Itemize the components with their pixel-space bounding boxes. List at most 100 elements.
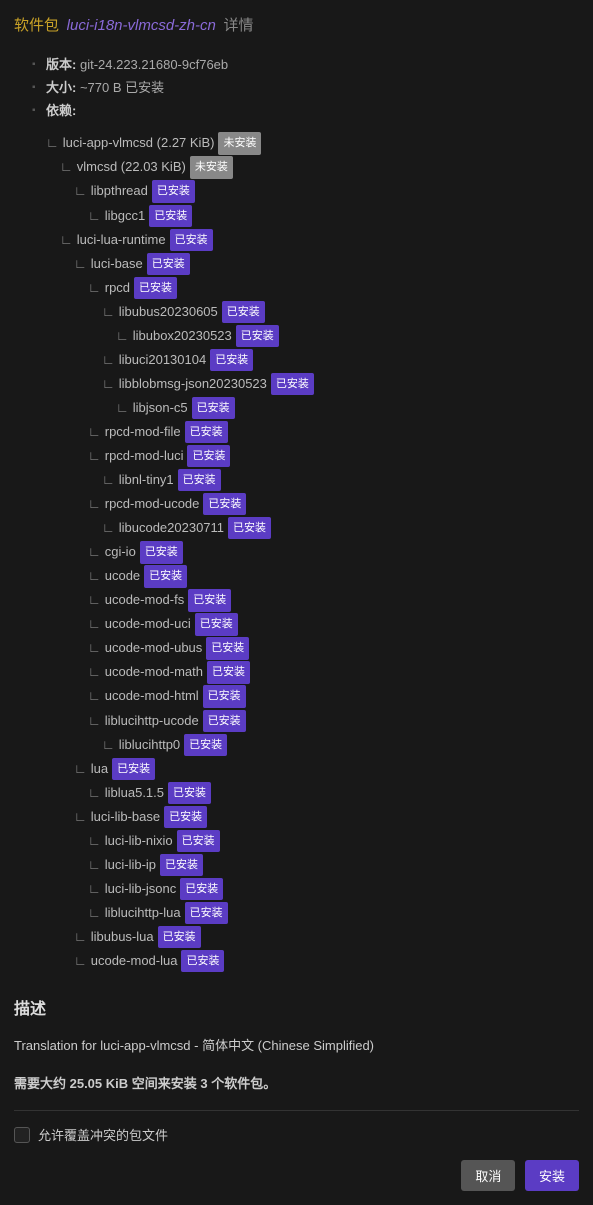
meta-version: 版本: git-24.223.21680-9cf76eb xyxy=(32,55,579,76)
tree-angle-icon: ∟ xyxy=(88,424,101,439)
tree-angle-icon: ∟ xyxy=(88,881,101,896)
dependency-item: ∟libjson-c5已安装 xyxy=(46,396,579,420)
tree-angle-icon: ∟ xyxy=(102,520,115,535)
tree-angle-icon: ∟ xyxy=(102,352,115,367)
installed-badge: 已安装 xyxy=(184,734,227,756)
header-label: 软件包 xyxy=(14,17,59,34)
installed-badge: 已安装 xyxy=(236,325,279,347)
installed-badge: 已安装 xyxy=(222,301,265,323)
dependency-item: ∟ rpcd-mod-luci已安装 xyxy=(46,444,579,468)
dependency-item: ∟ cgi-io 已安装 xyxy=(46,540,579,564)
overwrite-label: 允许覆盖冲突的包文件 xyxy=(38,1125,168,1144)
tree-angle-icon: ∟ xyxy=(88,905,101,920)
tree-angle-icon: ∟ xyxy=(74,809,87,824)
tree-angle-icon: ∟ xyxy=(88,448,101,463)
install-button[interactable]: 安装 xyxy=(525,1160,579,1191)
installed-badge: 已安装 xyxy=(147,253,190,275)
dependency-name: libpthread xyxy=(91,183,148,198)
meta-deps: 依赖: ∟luci-app-vlmcsd (2.27 KiB)未安装∟vlmcs… xyxy=(32,101,579,973)
tree-angle-icon: ∟ xyxy=(74,256,87,271)
dependency-name: rpcd-mod-file xyxy=(105,424,181,439)
dependency-name: ucode-mod-fs xyxy=(105,592,184,607)
dependency-item: ∟libuci20130104已安装 xyxy=(46,348,579,372)
tree-angle-icon: ∟ xyxy=(88,280,101,295)
dependency-item: ∟libgcc1已安装 xyxy=(46,204,579,228)
installed-badge: 已安装 xyxy=(185,421,228,443)
dependency-name: libubox20230523 xyxy=(133,328,232,343)
dependency-name: ucode-mod-html xyxy=(105,688,199,703)
installed-badge: 已安装 xyxy=(164,806,207,828)
dependency-name: libuci20130104 xyxy=(119,352,206,367)
overwrite-row[interactable]: 允许覆盖冲突的包文件 xyxy=(14,1125,579,1144)
dependency-item: ∟ liblua5.1.5 已安装 xyxy=(46,781,579,805)
dependency-name: libnl-tiny1 xyxy=(119,472,174,487)
installed-badge: 已安装 xyxy=(134,277,177,299)
installed-badge: 已安装 xyxy=(180,878,223,900)
installed-badge: 已安装 xyxy=(207,661,250,683)
description-title: 描述 xyxy=(14,995,579,1019)
installed-badge: 已安装 xyxy=(158,926,201,948)
installed-badge: 已安装 xyxy=(170,229,213,251)
overwrite-checkbox[interactable] xyxy=(14,1127,30,1143)
tree-angle-icon: ∟ xyxy=(88,568,101,583)
installed-badge: 已安装 xyxy=(203,493,246,515)
space-required: 需要大约 25.05 KiB 空间来安装 3 个软件包。 xyxy=(14,1073,579,1092)
installed-badge: 已安装 xyxy=(140,541,183,563)
dependency-item: ∟ luci-lib-jsonc已安装 xyxy=(46,877,579,901)
tree-angle-icon: ∟ xyxy=(88,785,101,800)
installed-badge: 已安装 xyxy=(203,710,246,732)
dependency-item: ∟ucode-mod-fs已安装 xyxy=(46,588,579,612)
tree-angle-icon: ∟ xyxy=(116,400,129,415)
dependency-name: liblua5.1.5 xyxy=(105,785,164,800)
installed-badge: 已安装 xyxy=(168,782,211,804)
tree-angle-icon: ∟ xyxy=(88,544,101,559)
dependency-item: ∟ rpcd-mod-file 已安装 xyxy=(46,420,579,444)
dependency-name: libjson-c5 xyxy=(133,400,188,415)
dependency-item: ∟ucode-mod-math已安装 xyxy=(46,660,579,684)
installed-badge: 已安装 xyxy=(271,373,314,395)
package-name: luci-i18n-vlmcsd-zh-cn xyxy=(67,17,216,34)
cancel-button[interactable]: 取消 xyxy=(461,1160,515,1191)
tree-angle-icon: ∟ xyxy=(60,232,73,247)
installed-badge: 已安装 xyxy=(195,613,238,635)
dependency-item: ∟ liblucihttp-lua 已安装 xyxy=(46,901,579,925)
dependency-name: ucode-mod-lua xyxy=(91,953,178,968)
dependency-item: ∟luci-lib-base已安装 xyxy=(46,805,579,829)
dependency-tree: ∟luci-app-vlmcsd (2.27 KiB)未安装∟vlmcsd (2… xyxy=(46,131,579,973)
installed-badge: 已安装 xyxy=(185,902,228,924)
dependency-item: ∟libblobmsg-json20230523已安装 xyxy=(46,372,579,396)
tree-angle-icon: ∟ xyxy=(88,616,101,631)
dependency-item: ∟ucode-mod-ubus已安装 xyxy=(46,636,579,660)
installed-badge: 已安装 xyxy=(177,830,220,852)
tree-angle-icon: ∟ xyxy=(88,664,101,679)
dependency-item: ∟rpcd-mod-ucode已安装 xyxy=(46,492,579,516)
tree-angle-icon: ∟ xyxy=(74,183,87,198)
installed-badge: 已安装 xyxy=(149,205,192,227)
dependency-item: ∟libubus-lua已安装 xyxy=(46,925,579,949)
tree-angle-icon: ∟ xyxy=(102,737,115,752)
button-row: 取消 安装 xyxy=(14,1160,579,1191)
dependency-name: liblucihttp0 xyxy=(119,737,180,752)
description-text: Translation for luci-app-vlmcsd - 简体中文 (… xyxy=(14,1037,579,1055)
dependency-item: ∟libnl-tiny1已安装 xyxy=(46,468,579,492)
dependency-item: ∟luci-app-vlmcsd (2.27 KiB)未安装 xyxy=(46,131,579,155)
dependency-name: rpcd xyxy=(105,280,130,295)
dialog-header: 软件包 luci-i18n-vlmcsd-zh-cn 详情 xyxy=(14,14,579,35)
installed-badge: 已安装 xyxy=(206,637,249,659)
dependency-name: cgi-io xyxy=(105,544,136,559)
dependency-name: luci-lib-nixio xyxy=(105,833,173,848)
dependency-name: luci-app-vlmcsd (2.27 KiB) xyxy=(63,135,215,150)
dependency-item: ∟libucode20230711已安装 xyxy=(46,516,579,540)
dependency-item: ∟ucode已安装 xyxy=(46,564,579,588)
dependency-name: rpcd-mod-ucode xyxy=(105,496,200,511)
dependency-name: luci-lib-jsonc xyxy=(105,881,177,896)
dependency-name: liblucihttp-lua xyxy=(105,905,181,920)
dependency-item: ∟libubus20230605已安装 xyxy=(46,300,579,324)
dependency-item: ∟ucode-mod-html已安装 xyxy=(46,684,579,708)
meta-size: 大小: ~770 B 已安装 xyxy=(32,78,579,99)
dependency-name: rpcd-mod-luci xyxy=(105,448,184,463)
dependency-item: ∟ libpthread 已安装 xyxy=(46,179,579,203)
installed-badge: 已安装 xyxy=(152,180,195,202)
dependency-item: ∟lua已安装 xyxy=(46,757,579,781)
installed-badge: 已安装 xyxy=(187,445,230,467)
